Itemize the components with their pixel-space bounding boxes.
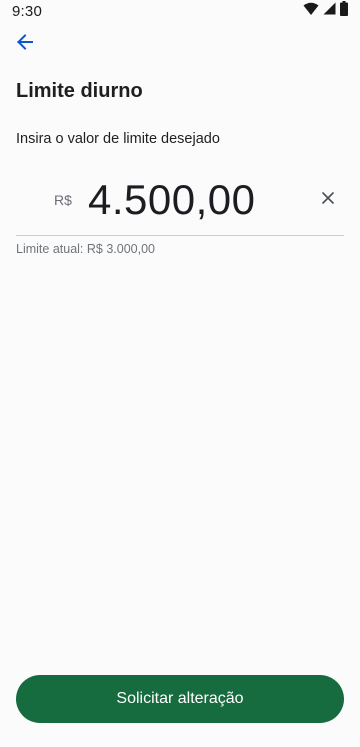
screen: 9:30 Limite diurno Insira o valor de lim… [0, 0, 360, 747]
close-icon [322, 191, 334, 209]
status-icons [303, 1, 348, 21]
submit-button[interactable]: Solicitar alteração [16, 675, 344, 723]
page-title: Limite diurno [16, 80, 143, 102]
amount-input[interactable] [88, 174, 308, 226]
currency-symbol: R$ [54, 192, 72, 208]
wifi-icon [303, 2, 319, 21]
clear-button[interactable] [318, 190, 338, 210]
current-limit-text: Limite atual: R$ 3.000,00 [16, 242, 155, 256]
status-bar: 9:30 [0, 0, 360, 22]
battery-icon [340, 1, 348, 21]
arrow-left-icon [16, 33, 34, 56]
amount-field: R$ [16, 168, 344, 236]
back-button[interactable] [16, 30, 48, 58]
instruction-text: Insira o valor de limite desejado [16, 131, 220, 147]
signal-icon [323, 2, 336, 20]
status-time: 9:30 [12, 2, 42, 20]
